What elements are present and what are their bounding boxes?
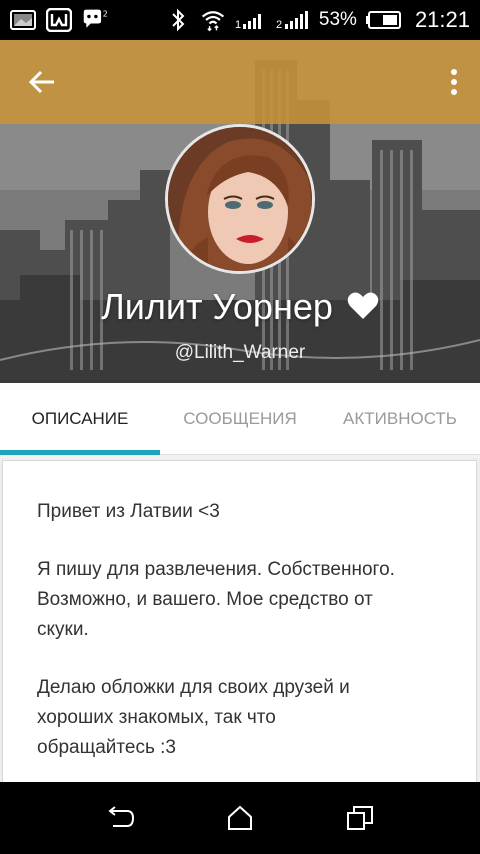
battery-icon xyxy=(365,9,402,31)
description-paragraph: Я пишу для развлечения. Собственного. Во… xyxy=(37,559,395,640)
nav-back-button[interactable] xyxy=(96,794,144,842)
nav-recents-button[interactable] xyxy=(336,794,384,842)
avatar-portrait xyxy=(168,127,312,271)
recents-nav-icon xyxy=(347,806,373,830)
description-panel: Привет из Латвии <3 Я пишу для развлечен… xyxy=(0,458,480,790)
more-options-button[interactable] xyxy=(446,62,462,102)
profile-display-name: Лилит Уорнер xyxy=(101,286,333,327)
home-nav-icon xyxy=(228,805,252,830)
wifi-icon xyxy=(200,9,226,32)
signal-icon-sim1: 1 xyxy=(235,9,267,31)
description-card: Привет из Латвии <3 Я пишу для развлечен… xyxy=(2,460,477,790)
wattpad-icon xyxy=(46,8,72,32)
description-paragraph: Делаю обложки для своих друзей и хороших… xyxy=(37,677,350,758)
messenger-icon: 2 xyxy=(82,9,108,31)
back-button[interactable] xyxy=(20,60,64,104)
clock: 21:21 xyxy=(414,7,470,32)
signal-icon-sim2: 2 xyxy=(276,9,310,31)
tab-messages[interactable]: СООБЩЕНИЯ xyxy=(160,383,320,455)
battery-percent: 53% xyxy=(318,9,357,30)
screen: 2 1 2 53% 21:21 Лилит Уорнер @Lilith_War… xyxy=(0,0,480,854)
more-vertical-icon xyxy=(451,69,457,95)
profile-name-row: Лилит Уорнер xyxy=(0,285,480,331)
description-paragraph: Привет из Латвии <3 xyxy=(37,501,220,522)
svg-text:2: 2 xyxy=(103,10,108,19)
image-icon xyxy=(10,9,36,31)
profile-tabs: ОПИСАНИЕ СООБЩЕНИЯ АКТИВНОСТЬ xyxy=(0,383,480,455)
profile-username: @Lilith_Warner xyxy=(174,342,306,363)
tab-description[interactable]: ОПИСАНИЕ xyxy=(0,383,160,455)
back-nav-icon xyxy=(108,806,135,827)
svg-text:2: 2 xyxy=(276,19,282,30)
nav-home-button[interactable] xyxy=(216,794,264,842)
bluetooth-icon xyxy=(165,8,191,32)
status-bar: 2 1 2 53% 21:21 xyxy=(0,0,480,40)
app-bar xyxy=(0,40,480,124)
svg-text:1: 1 xyxy=(235,19,241,30)
tab-activity[interactable]: АКТИВНОСТЬ xyxy=(320,383,480,455)
system-nav-bar xyxy=(0,782,480,854)
heart-icon xyxy=(347,287,379,331)
profile-header: Лилит Уорнер @Lilith_Warner xyxy=(0,40,480,383)
arrow-left-icon xyxy=(28,70,54,94)
avatar[interactable] xyxy=(165,124,315,274)
